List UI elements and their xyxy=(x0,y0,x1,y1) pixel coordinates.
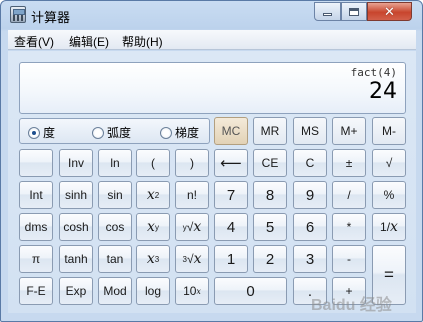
percent-button[interactable]: % xyxy=(372,181,406,209)
ten-power-x-button[interactable]: 10 x xyxy=(175,277,209,305)
digit-3-button[interactable]: 3 xyxy=(293,245,327,273)
backspace-icon: ⟵ xyxy=(220,155,242,172)
exp-button[interactable]: Exp xyxy=(59,277,93,305)
radio-gradian-label: 梯度 xyxy=(175,126,200,140)
pi-button[interactable]: π xyxy=(19,245,53,273)
blank-button xyxy=(19,149,53,177)
cos-button[interactable]: cos xyxy=(98,213,132,241)
ce-button[interactable]: CE xyxy=(253,149,287,177)
x-squared-base: x xyxy=(146,187,155,203)
minus-button[interactable]: - xyxy=(332,245,366,273)
x-power-y-button[interactable]: xy xyxy=(136,213,170,241)
mr-button[interactable]: MR xyxy=(253,117,287,145)
radio-degree-label: 度 xyxy=(43,126,56,140)
factorial-button[interactable]: n! xyxy=(175,181,209,209)
x-cubed-button[interactable]: x3 xyxy=(136,245,170,273)
digit-2-button[interactable]: 2 xyxy=(253,245,287,273)
minimize-icon xyxy=(323,13,332,16)
menu-edit[interactable]: 编辑(E) xyxy=(69,33,109,50)
ln-button[interactable]: ln xyxy=(98,149,132,177)
menu-help[interactable]: 帮助(H) xyxy=(122,33,163,50)
backspace-button[interactable]: ⟵ xyxy=(214,149,248,177)
cube-root-sign: √ xyxy=(186,252,194,266)
radio-degree[interactable]: 度 xyxy=(28,124,55,141)
y-root-button[interactable]: y √ x xyxy=(175,213,209,241)
sqrt-button[interactable]: √ xyxy=(372,149,406,177)
digit-4-button[interactable]: 4 xyxy=(214,213,248,241)
multiply-button[interactable]: * xyxy=(332,213,366,241)
plus-minus-button[interactable]: ± xyxy=(332,149,366,177)
int-button[interactable]: Int xyxy=(19,181,53,209)
digit-9-button[interactable]: 9 xyxy=(293,181,327,209)
dms-button[interactable]: dms xyxy=(19,213,53,241)
digit-1-button[interactable]: 1 xyxy=(214,245,248,273)
tanh-button[interactable]: tanh xyxy=(59,245,93,273)
radio-radian-label: 弧度 xyxy=(107,126,132,140)
window-title: 计算器 xyxy=(31,10,71,25)
log-button[interactable]: log xyxy=(136,277,170,305)
maximize-button[interactable] xyxy=(341,2,367,21)
minimize-button[interactable] xyxy=(314,2,341,21)
radio-radian-dot[interactable] xyxy=(92,126,104,139)
cube-root-button[interactable]: 3 √ x xyxy=(175,245,209,273)
calculator-app-icon xyxy=(10,6,26,23)
right-paren-button[interactable]: ) xyxy=(175,149,209,177)
title-bar[interactable]: 计算器 ✕ xyxy=(1,1,422,29)
digit-0-button[interactable]: 0 xyxy=(214,277,287,305)
cosh-button[interactable]: cosh xyxy=(59,213,93,241)
display-result: 24 xyxy=(369,79,397,104)
reciprocal-x: x xyxy=(390,219,398,235)
m-minus-button[interactable]: M- xyxy=(372,117,406,145)
y-root-sign: √ xyxy=(186,220,194,234)
digit-8-button[interactable]: 8 xyxy=(253,181,287,209)
x-power-y-exp: y xyxy=(154,222,159,232)
menu-view[interactable]: 查看(V) xyxy=(14,33,54,50)
ms-button[interactable]: MS xyxy=(293,117,327,145)
x-cubed-base: x xyxy=(146,251,155,267)
angle-mode-group: 度 弧度 梯度 xyxy=(19,118,210,144)
baidu-watermark: Baidu 经验 xyxy=(311,297,392,314)
close-icon: ✕ xyxy=(384,3,395,19)
sin-button[interactable]: sin xyxy=(98,181,132,209)
x-cubed-exp: 3 xyxy=(154,254,160,264)
menu-bar: 查看(V) 编辑(E) 帮助(H) xyxy=(8,30,416,50)
x-power-y-base: x xyxy=(147,219,155,235)
x-squared-exp: 2 xyxy=(154,190,160,200)
inv-button[interactable]: Inv xyxy=(59,149,93,177)
reciprocal-button[interactable]: 1/x xyxy=(372,213,406,241)
mod-button[interactable]: Mod xyxy=(98,277,132,305)
radio-gradian-dot[interactable] xyxy=(160,126,172,139)
display-panel: fact(4) 24 xyxy=(19,62,406,114)
digit-5-button[interactable]: 5 xyxy=(253,213,287,241)
x-squared-button[interactable]: x2 xyxy=(136,181,170,209)
divide-button[interactable]: / xyxy=(332,181,366,209)
mc-button[interactable]: MC xyxy=(214,117,248,145)
close-button[interactable]: ✕ xyxy=(367,2,412,21)
ten-power-x-exp: x xyxy=(196,286,201,296)
cube-root-x: x xyxy=(193,251,202,267)
fe-button[interactable]: F-E xyxy=(19,277,53,305)
tan-button[interactable]: tan xyxy=(98,245,132,273)
y-root-x: x xyxy=(193,219,202,235)
calculator-window: 计算器 ✕ 查看(V) 编辑(E) 帮助(H) fact(4) 24 度 弧度 … xyxy=(0,0,423,322)
sinh-button[interactable]: sinh xyxy=(59,181,93,209)
m-plus-button[interactable]: M+ xyxy=(332,117,366,145)
maximize-icon xyxy=(349,7,359,16)
digit-7-button[interactable]: 7 xyxy=(214,181,248,209)
ten-power-x-base: 10 xyxy=(183,284,197,298)
display-expression: fact(4) xyxy=(350,66,397,79)
digit-6-button[interactable]: 6 xyxy=(293,213,327,241)
calculator-body: fact(4) 24 度 弧度 梯度 MC MR MS M+ M- Inv ln xyxy=(8,51,416,313)
reciprocal-num: 1/ xyxy=(380,220,391,234)
c-button[interactable]: C xyxy=(293,149,327,177)
radio-degree-dot[interactable] xyxy=(28,126,40,139)
radio-gradian[interactable]: 梯度 xyxy=(160,124,199,141)
radio-radian[interactable]: 弧度 xyxy=(92,124,131,141)
left-paren-button[interactable]: ( xyxy=(136,149,170,177)
